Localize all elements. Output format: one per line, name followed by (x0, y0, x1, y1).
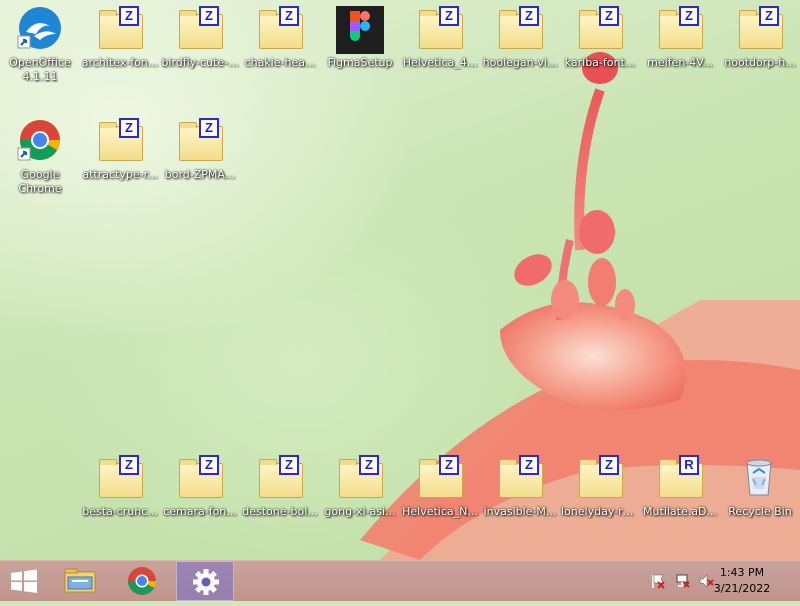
chrome-icon (17, 120, 60, 161)
icon-label: architex-fon... (81, 56, 159, 69)
chakie-font-archive[interactable]: Z chakie-hea... (240, 6, 320, 70)
start-button[interactable] (0, 561, 48, 601)
zip-archive-badge-icon: Z (119, 6, 139, 26)
attractype-font-archive[interactable]: Z attractype-r... (80, 118, 160, 182)
icon-label: OpenOffice 4.1.11 (9, 56, 71, 83)
figma-icon (336, 6, 384, 54)
network-icon[interactable] (675, 573, 691, 589)
recycle-bin[interactable]: Recycle Bin (720, 455, 800, 519)
windows-logo-icon (11, 569, 37, 593)
kariba-font-archive[interactable]: Z kariba-font... (560, 6, 640, 70)
zip-archive-badge-icon: Z (599, 455, 619, 475)
file-explorer-icon (64, 568, 96, 593)
taskbar-clock[interactable]: 1:43 PM 3/21/2022 (702, 565, 782, 597)
zip-archive-badge-icon: Z (679, 6, 699, 26)
zip-archive-badge-icon: Z (439, 6, 459, 26)
architex-font-archive[interactable]: Z architex-fon... (80, 6, 160, 70)
meifen-font-archive[interactable]: Z meifen-4V... (640, 6, 720, 70)
icon-label: invasible-M... (483, 505, 557, 518)
action-center-flag-icon[interactable] (650, 573, 666, 589)
zip-archive-badge-icon: Z (359, 455, 379, 475)
figma-setup-file[interactable]: FigmaSetup (320, 6, 400, 70)
hoolegan-font-archive[interactable]: Z hoolegan-vi... (480, 6, 560, 70)
icon-label: destone-bol... (242, 505, 318, 518)
icon-label: attractype-r... (82, 168, 158, 181)
birdfly-font-archive[interactable]: Z birdfly-cute-... (160, 6, 240, 70)
lonelyday-font-archive[interactable]: Z lonelyday-ro... (560, 455, 640, 519)
zip-archive-badge-icon: Z (759, 6, 779, 26)
zip-archive-badge-icon: Z (119, 455, 139, 475)
zip-archive-badge-icon: Z (119, 118, 139, 138)
nootdorp-font-archive[interactable]: Z nootdorp-h... (720, 6, 800, 70)
zip-archive-badge-icon: Z (199, 455, 219, 475)
clock-time: 1:43 PM (719, 566, 765, 579)
besta-font-archive[interactable]: Z besta-crunc... (80, 455, 160, 519)
icon-label: bord-ZPMA... (164, 168, 236, 181)
icon-label: gong-xi-asi... (324, 505, 396, 518)
icon-label: Helvetica_N... (402, 505, 478, 518)
settings-taskbar-button[interactable] (176, 561, 234, 601)
icon-label: Mutilate.aD... (643, 505, 717, 518)
zip-archive-badge-icon: Z (439, 455, 459, 475)
file-explorer-button[interactable] (56, 561, 104, 601)
icon-label: Recycle Bin (728, 505, 792, 518)
taskbar: 1:43 PM 3/21/2022 (0, 560, 800, 601)
cemara-font-archive[interactable]: Z cemara-fon... (160, 455, 240, 519)
chrome-icon (128, 567, 156, 595)
openoffice-icon (17, 7, 61, 49)
gear-icon (193, 569, 219, 595)
icon-label: kariba-font... (564, 56, 636, 69)
helvetica-n-archive[interactable]: Z Helvetica_N... (400, 455, 480, 519)
mutilate-rar-archive[interactable]: R Mutilate.aD... (640, 455, 720, 519)
zip-archive-badge-icon: Z (599, 6, 619, 26)
icon-label: meifen-4V... (647, 56, 713, 69)
zip-archive-badge-icon: Z (519, 6, 539, 26)
chrome-taskbar-button[interactable] (118, 561, 166, 601)
icon-label: FigmaSetup (327, 56, 393, 69)
zip-archive-badge-icon: Z (519, 455, 539, 475)
icon-label: nootdorp-h... (724, 56, 796, 69)
zip-archive-badge-icon: Z (279, 455, 299, 475)
icon-label: chakie-hea... (244, 56, 316, 69)
invasible-font-archive[interactable]: Z invasible-M... (480, 455, 560, 519)
bord-font-archive[interactable]: Z bord-ZPMA... (160, 118, 240, 182)
icon-label: besta-crunc... (82, 505, 158, 518)
icon-label: hoolegan-vi... (482, 56, 558, 69)
google-chrome-shortcut[interactable]: Google Chrome (0, 118, 80, 196)
zip-archive-badge-icon: Z (199, 6, 219, 26)
icon-label: Google Chrome (18, 168, 62, 195)
zip-archive-badge-icon: Z (279, 6, 299, 26)
openoffice-icon-shortcut[interactable]: OpenOffice 4.1.11 (0, 6, 80, 84)
icon-label: cemara-fon... (163, 505, 237, 518)
icon-label: lonelyday-ro... (561, 505, 640, 518)
zip-archive-badge-icon: Z (199, 118, 219, 138)
clock-date: 3/21/2022 (713, 582, 771, 595)
gong-xi-font-archive[interactable]: Z gong-xi-asi... (320, 455, 400, 519)
icon-label: Helvetica_4... (402, 56, 478, 69)
destone-font-archive[interactable]: Z destone-bol... (240, 455, 320, 519)
rar-archive-badge-icon: R (679, 455, 699, 475)
helvetica-4-archive[interactable]: Z Helvetica_4... (400, 6, 480, 70)
recycle-bin-icon (746, 459, 772, 496)
icon-label: birdfly-cute-... (161, 56, 239, 69)
